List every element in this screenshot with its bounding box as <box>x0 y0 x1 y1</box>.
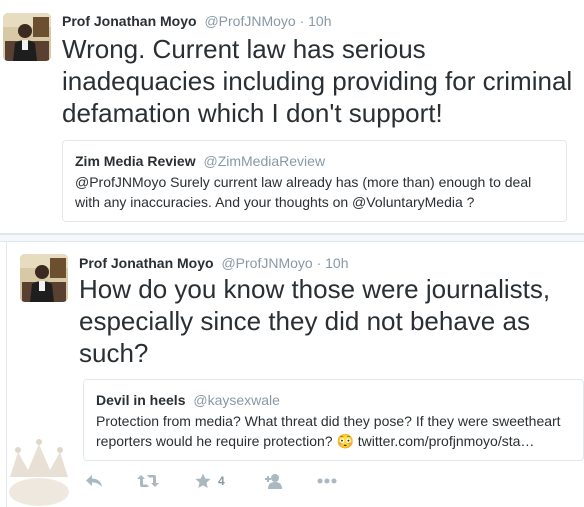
reply-button[interactable] <box>85 470 103 492</box>
quoted-author-handle: @kaysexwale <box>193 392 280 408</box>
favorite-count: 4 <box>218 474 225 488</box>
quoted-tweet-text: Protection from media? What threat did t… <box>96 413 561 449</box>
favorite-button[interactable]: 4 <box>195 470 225 492</box>
quoted-tweet-header: Zim Media Review @ZimMediaReview <box>75 152 325 170</box>
star-icon <box>195 473 211 488</box>
tweet-header: Prof Jonathan Moyo @ProfJNMoyo · 10h <box>62 12 332 30</box>
header-separator: · <box>299 13 305 29</box>
author-avatar[interactable] <box>3 13 51 61</box>
follow-button[interactable] <box>265 470 285 492</box>
tweet-card[interactable]: Prof Jonathan Moyo @ProfJNMoyo · 10h How… <box>6 242 584 507</box>
quoted-author-name: Zim Media Review <box>75 153 196 169</box>
author-name[interactable]: Prof Jonathan Moyo <box>62 13 197 29</box>
stream-divider <box>0 234 584 242</box>
quoted-tweet-text: @ProfJNMoyo Surely current law already h… <box>75 174 532 210</box>
author-avatar[interactable] <box>20 254 68 302</box>
header-separator: · <box>316 255 322 271</box>
retweet-button[interactable] <box>137 470 159 492</box>
tweet-timestamp[interactable]: 10h <box>325 255 348 271</box>
tweet-text: How do you know those were journalists, … <box>79 274 551 368</box>
quoted-author-name: Devil in heels <box>96 392 186 408</box>
tweet-card[interactable]: Prof Jonathan Moyo @ProfJNMoyo · 10h Wro… <box>0 0 584 234</box>
reply-icon <box>86 475 102 487</box>
quoted-tweet-header: Devil in heels @kaysexwale <box>96 391 280 409</box>
more-dots-icon <box>317 478 337 484</box>
quoted-tweet[interactable]: Zim Media Review @ZimMediaReview @ProfJN… <box>62 140 567 222</box>
quoted-tweet[interactable]: Devil in heels @kaysexwale Protection fr… <box>83 379 584 461</box>
tweet-header: Prof Jonathan Moyo @ProfJNMoyo · 10h <box>79 254 349 272</box>
tweet-timestamp[interactable]: 10h <box>308 13 331 29</box>
quoted-author-handle: @ZimMediaReview <box>203 153 326 169</box>
tweet-text: Wrong. Current law has serious inadequac… <box>62 34 573 128</box>
author-handle[interactable]: @ProfJNMoyo <box>221 255 312 271</box>
crown-watermark-icon <box>4 432 74 507</box>
more-button[interactable] <box>317 470 337 492</box>
tweet-actions: 4 <box>79 470 379 492</box>
retweet-icon <box>137 475 159 487</box>
author-name[interactable]: Prof Jonathan Moyo <box>79 255 214 271</box>
author-handle[interactable]: @ProfJNMoyo <box>204 13 295 29</box>
add-user-icon <box>265 474 282 489</box>
